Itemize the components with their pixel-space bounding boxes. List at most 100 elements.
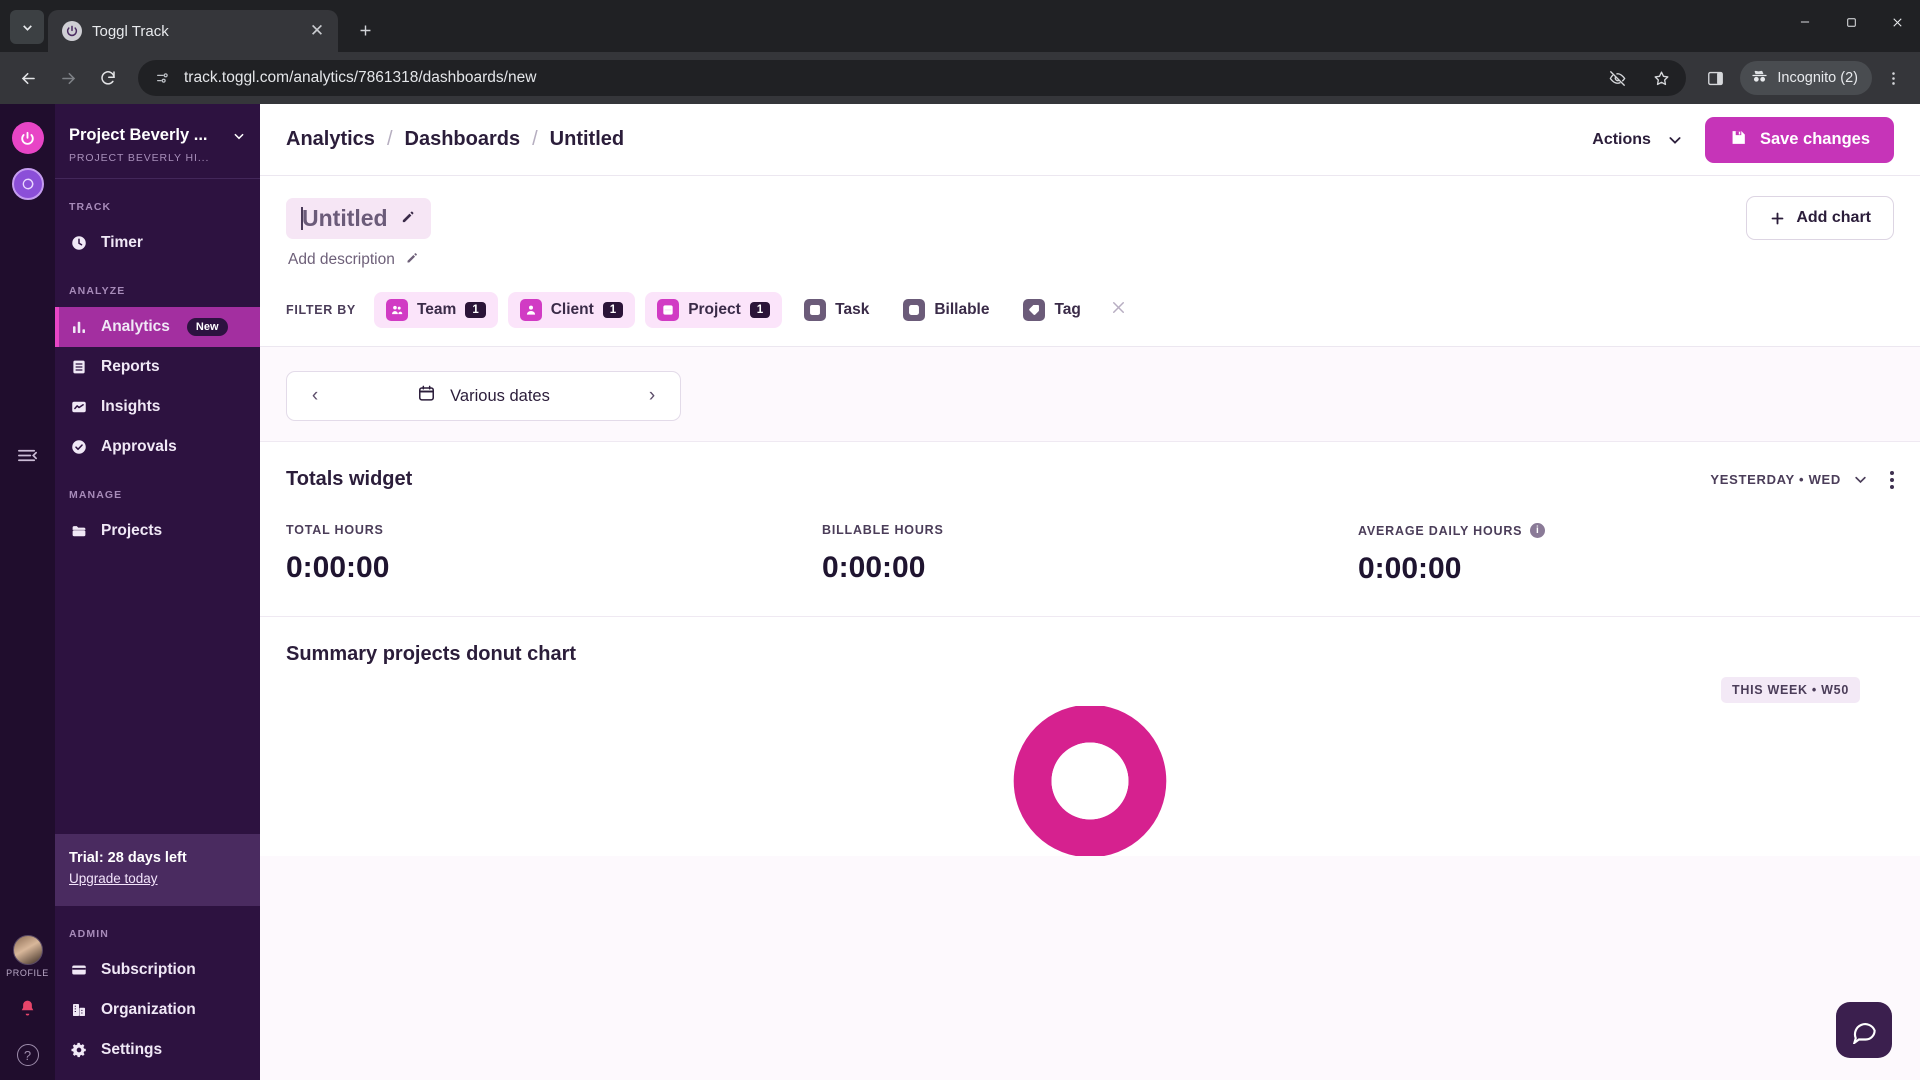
actions-dropdown[interactable]: Actions (1588, 125, 1687, 155)
building-icon (69, 1001, 88, 1020)
save-disk-icon (1729, 128, 1748, 152)
filter-chip-billable[interactable]: Billable (891, 292, 1001, 328)
incognito-icon (1750, 67, 1769, 90)
pencil-icon[interactable] (400, 208, 417, 230)
sidebar-item-label: Analytics (101, 318, 170, 335)
report-icon (69, 358, 88, 377)
window-close-button[interactable] (1874, 0, 1920, 44)
notification-bell-icon[interactable] (17, 998, 38, 1024)
star-icon[interactable] (1644, 61, 1678, 95)
filter-chip-label: Client (550, 301, 594, 318)
insights-icon (69, 398, 88, 417)
sidebar-item-label: Approvals (101, 438, 177, 455)
chat-support-button[interactable] (1836, 1002, 1892, 1058)
collapse-sidebar-icon[interactable] (16, 444, 39, 472)
check-circle-icon (69, 438, 88, 457)
window-close-icon (1892, 17, 1902, 27)
maximize-icon (1846, 17, 1856, 27)
filter-chip-label: Task (835, 301, 870, 318)
date-range-row: ‹ Various dates › (260, 347, 1920, 441)
project-icon (657, 299, 680, 321)
sidebar-item-analytics[interactable]: Analytics New (55, 307, 260, 347)
close-icon[interactable]: ✕ (306, 20, 328, 42)
filter-chip-count: 1 (465, 302, 486, 318)
incognito-indicator[interactable]: Incognito (2) (1740, 61, 1872, 95)
actions-label: Actions (1592, 130, 1651, 148)
filter-chip-team[interactable]: Team 1 (373, 292, 498, 328)
workspace-avatar-icon[interactable] (11, 168, 44, 200)
sidebar-item-reports[interactable]: Reports (55, 347, 260, 387)
reload-button[interactable] (90, 60, 126, 96)
new-tab-button[interactable] (348, 13, 382, 47)
filter-chip-task[interactable]: Task (792, 292, 881, 328)
clear-filters-button[interactable] (1109, 298, 1128, 323)
kebab-menu-icon[interactable] (1890, 470, 1894, 489)
add-chart-button[interactable]: Add chart (1746, 196, 1894, 240)
help-icon[interactable]: ? (16, 1044, 39, 1066)
info-icon[interactable]: i (1530, 523, 1546, 538)
upgrade-today-link[interactable]: Upgrade today (69, 871, 158, 886)
sidebar-item-subscription[interactable]: Subscription (55, 950, 260, 990)
sidebar-item-settings[interactable]: Settings (55, 1030, 260, 1070)
workspace-header[interactable]: Project Beverly ... PROJECT BEVERLY HI..… (55, 104, 260, 179)
back-arrow-icon (21, 72, 35, 84)
dashboard-description-row[interactable]: Add description (260, 240, 1920, 270)
browser-toolbar: track.toggl.com/analytics/7861318/dashbo… (0, 52, 1920, 104)
browser-tab[interactable]: Toggl Track ✕ (48, 10, 338, 52)
profile-button[interactable]: PROFILE (6, 935, 49, 978)
metric-total-hours: TOTAL HOURS 0:00:00 (286, 523, 822, 586)
tab-search-button[interactable] (10, 10, 44, 44)
date-range-display[interactable]: Various dates (327, 384, 640, 408)
sidebar-item-insights[interactable]: Insights (55, 387, 260, 427)
filter-chip-client[interactable]: Client 1 (507, 292, 636, 328)
eye-off-icon[interactable] (1600, 61, 1634, 95)
main-content: Analytics / Dashboards / Untitled Action… (260, 104, 1920, 1080)
plus-icon (360, 25, 370, 35)
totals-widget-period-dropdown[interactable]: YESTERDAY • WED (1710, 472, 1868, 487)
address-bar[interactable]: track.toggl.com/analytics/7861318/dashbo… (138, 60, 1687, 96)
browser-menu-icon[interactable] (1876, 61, 1910, 95)
totals-metrics: TOTAL HOURS 0:00:00 BILLABLE HOURS 0:00:… (286, 523, 1894, 586)
donut-widget-period[interactable]: THIS WEEK • W50 (1721, 677, 1860, 703)
workspace-subtitle: PROJECT BEVERLY HI... (69, 152, 210, 164)
breadcrumb-dashboards[interactable]: Dashboards (405, 128, 521, 151)
totals-widget-title: Totals widget (286, 468, 413, 490)
maximize-button[interactable] (1828, 0, 1874, 44)
forward-button[interactable] (50, 60, 86, 96)
page-info-icon[interactable] (152, 67, 174, 89)
side-panel-icon[interactable] (1698, 61, 1732, 95)
breadcrumb-separator: / (532, 128, 538, 150)
filter-chip-tag[interactable]: Tag (1011, 292, 1092, 328)
filter-chip-label: Team (416, 301, 457, 318)
sidebar-item-approvals[interactable]: Approvals (55, 427, 260, 467)
topbar-actions: Actions Save changes (1588, 116, 1894, 163)
sidebar-item-organization[interactable]: Organization (55, 990, 260, 1030)
metric-value: 0:00:00 (286, 551, 390, 584)
pencil-icon[interactable] (405, 250, 420, 270)
metric-billable-hours: BILLABLE HOURS 0:00:00 (822, 523, 1358, 586)
dashboard-title-input[interactable]: Untitled (286, 198, 431, 239)
chevron-right-icon[interactable]: › (640, 385, 664, 407)
toggl-power-icon[interactable] (11, 122, 44, 154)
chevron-down-icon (234, 133, 244, 139)
chevron-down-icon (1669, 136, 1681, 144)
card-icon (69, 961, 88, 980)
minimize-button[interactable] (1782, 0, 1828, 44)
donut-widget-title: Summary projects donut chart (286, 643, 577, 665)
filter-chip-project[interactable]: Project 1 (645, 292, 783, 328)
url-text: track.toggl.com/analytics/7861318/dashbo… (184, 69, 537, 86)
back-button[interactable] (10, 60, 46, 96)
save-changes-button[interactable]: Save changes (1704, 116, 1894, 163)
filter-chip-label: Billable (934, 301, 990, 318)
sidebar-item-projects[interactable]: Projects (55, 511, 260, 551)
chevron-left-icon[interactable]: ‹ (303, 385, 327, 407)
add-description-label: Add description (288, 251, 395, 268)
filter-by-label: FILTER BY (286, 303, 356, 317)
dashboard-content: ‹ Various dates › Totals widget YESTERDA… (260, 347, 1920, 1080)
toggl-logo-icon (62, 21, 82, 41)
sidebar-item-timer[interactable]: Timer (55, 223, 260, 263)
date-range-navigator[interactable]: ‹ Various dates › (286, 371, 681, 421)
filter-chip-label: Project (688, 301, 741, 318)
chevron-down-icon (1855, 476, 1866, 484)
breadcrumb-analytics[interactable]: Analytics (286, 128, 375, 151)
